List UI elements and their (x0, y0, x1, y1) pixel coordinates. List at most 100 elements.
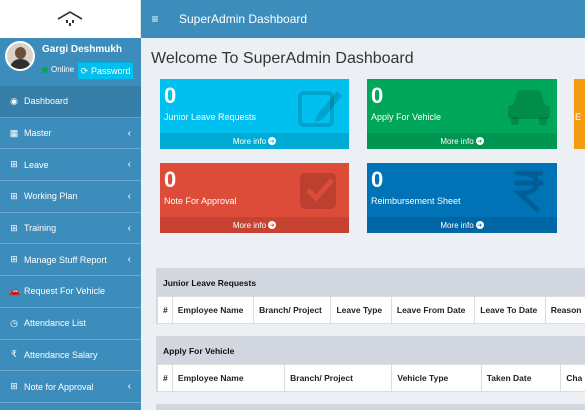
refresh-icon: ⟳ (80, 65, 89, 76)
logo[interactable] (0, 0, 141, 38)
more-info-label: More info (440, 220, 474, 230)
column-header: Leave Type (330, 296, 392, 324)
box-label: Reimbursement Sheet (371, 196, 461, 206)
sidebar-item-working-plan[interactable]: ⊞ Working Plan ‹ (0, 181, 141, 213)
house-logo-icon (57, 11, 83, 26)
junior-leave-table-panel: Junior Leave Requests # Employee Name Br… (156, 268, 585, 324)
sidebar-item-attendance-salary[interactable]: ₹ Attendance Salary (0, 340, 141, 372)
sidebar-item-label: Note for Approval (24, 381, 94, 392)
next-table-panel (156, 404, 585, 410)
table-header-row: # Employee Name Branch/ Project Vehicle … (157, 364, 585, 392)
column-header: Reason (544, 296, 585, 324)
table-icon: ▦ (9, 127, 19, 138)
online-status: Online (42, 65, 74, 74)
top-navbar: ≡ SuperAdmin Dashboard (141, 0, 585, 38)
edit-icon (298, 91, 342, 127)
box-count: 0 (164, 167, 177, 192)
chevron-left-icon: ‹ (127, 190, 131, 202)
partial-box: E (574, 79, 585, 149)
status-label: Online (51, 65, 75, 74)
car-icon (508, 90, 550, 125)
sidebar-item-dashboard[interactable]: ◉ Dashboard (0, 86, 141, 118)
sidebar-item-manage-stuff-report[interactable]: ⊞ Manage Stuff Report ‹ (0, 244, 141, 277)
arrow-circle-right-icon: ➜ (268, 137, 277, 145)
sidebar-item-attendance-list[interactable]: ◷ Attendance List (0, 308, 141, 340)
user-panel: Gargi Deshmukh Online ⟳ Password (0, 38, 141, 86)
box-count: 0 (371, 167, 384, 192)
chevron-left-icon: ‹ (127, 254, 131, 266)
chevron-left-icon: ‹ (127, 159, 131, 171)
sidebar-item-label: Request For Vehicle (24, 286, 106, 297)
more-info-label: More info (232, 220, 267, 230)
sidebar-item-label: Manage Stuff Report (24, 254, 107, 265)
column-header: Branch/ Project (284, 364, 393, 392)
apply-vehicle-table-panel: Apply For Vehicle # Employee Name Branch… (156, 336, 585, 392)
column-header: # (157, 296, 173, 324)
junior-leave-table: # Employee Name Branch/ Project Leave Ty… (157, 296, 585, 324)
plus-square-icon: ⊞ (10, 381, 18, 392)
sidebar-item-leave[interactable]: ⊞ Leave ‹ (0, 149, 141, 182)
sidebar-item-master[interactable]: ▦ Master ‹ (0, 118, 141, 150)
more-info-link[interactable]: More info ➜ (367, 217, 557, 233)
clock-icon: ◷ (10, 317, 18, 328)
junior-leave-box: 0 Junior Leave Requests More info ➜ (160, 79, 349, 149)
sidebar-item-label: Attendance List (24, 318, 87, 329)
sidebar-item-label: Training (24, 223, 57, 234)
plus-square-icon: ⊞ (10, 190, 18, 201)
plus-square-icon: ⊞ (10, 254, 18, 265)
chevron-left-icon: ‹ (127, 222, 131, 234)
sidebar: Gargi Deshmukh Online ⟳ Password ◉ Dashbo… (0, 0, 141, 410)
column-header: Branch/ Project (253, 296, 332, 324)
panel-title: Junior Leave Requests (157, 269, 585, 296)
car-icon: 🚗 (9, 285, 21, 296)
more-info-link[interactable]: More info ➜ (160, 217, 349, 233)
online-dot-icon (42, 66, 48, 73)
column-header: Taken Date (480, 364, 562, 392)
arrow-circle-right-icon: ➜ (475, 221, 484, 229)
box-count: 0 (371, 83, 384, 108)
more-info-link[interactable]: More info ➜ (367, 133, 557, 149)
table-header-row: # Employee Name Branch/ Project Leave Ty… (157, 296, 585, 324)
sidebar-item-label: Master (24, 128, 52, 139)
password-button[interactable]: ⟳ Password (77, 62, 134, 80)
box-label: Junior Leave Requests (164, 112, 257, 122)
dashboard-icon: ◉ (10, 95, 18, 106)
rupee-icon: ₹ (11, 349, 17, 360)
user-name: Gargi Deshmukh (42, 44, 123, 55)
reimbursement-box: 0 Reimbursement Sheet More info ➜ (367, 163, 557, 233)
column-header: Employee Name (171, 296, 255, 324)
box-label: Apply For Vehicle (371, 112, 442, 122)
avatar (5, 41, 35, 71)
arrow-circle-right-icon: ➜ (268, 221, 277, 229)
column-header: Leave From Date (390, 296, 476, 324)
plus-square-icon: ⊞ (10, 159, 18, 170)
sidebar-menu: ◉ Dashboard ▦ Master ‹ ⊞ Leave ‹ ⊞ Working Plan ‹ ⊞… (0, 86, 141, 403)
column-header: Leave To Date (474, 296, 546, 324)
box-count: 0 (164, 83, 177, 108)
box-label: Note For Approval (164, 196, 237, 206)
password-button-label: Password (91, 66, 131, 76)
more-info-label: More info (440, 136, 474, 146)
menu-toggle-icon[interactable]: ≡ (142, 12, 168, 26)
sidebar-item-label: Working Plan (24, 191, 78, 202)
column-header: # (157, 364, 173, 392)
rupee-icon (512, 170, 543, 213)
page-title: Welcome To SuperAdmin Dashboard (151, 50, 414, 67)
column-header: Cha (560, 364, 585, 392)
header-title: SuperAdmin Dashboard (179, 12, 308, 26)
sidebar-item-label: Leave (24, 159, 49, 170)
column-header: Vehicle Type (391, 364, 482, 392)
apply-vehicle-table: # Employee Name Branch/ Project Vehicle … (157, 364, 585, 392)
arrow-circle-right-icon: ➜ (475, 137, 484, 145)
sidebar-item-label: Attendance Salary (24, 349, 98, 360)
check-square-icon (300, 173, 336, 209)
note-approval-box: 0 Note For Approval More info ➜ (160, 163, 349, 233)
main-content: Welcome To SuperAdmin Dashboard 0 Junior… (141, 38, 585, 410)
sidebar-item-training[interactable]: ⊞ Training ‹ (0, 213, 141, 245)
sidebar-item-request-for-vehicle[interactable]: 🚗 Request For Vehicle (0, 276, 141, 308)
apply-vehicle-box: 0 Apply For Vehicle More info ➜ (367, 79, 557, 149)
box-label: E (575, 112, 582, 122)
more-info-link[interactable]: More info ➜ (160, 133, 349, 149)
sidebar-item-note-for-approval[interactable]: ⊞ Note for Approval ‹ (0, 371, 141, 403)
chevron-left-icon: ‹ (127, 127, 131, 139)
